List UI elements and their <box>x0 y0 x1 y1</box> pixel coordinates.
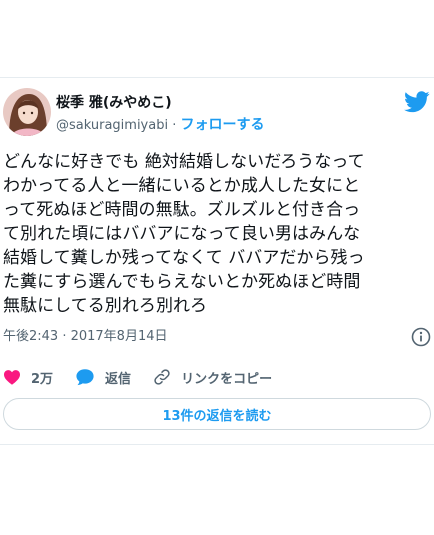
tweet-text-line: た糞にすら選んでもらえないとか死ぬほど時間 <box>3 272 361 292</box>
tweet-actions: 2万 返信 リンクをコピー <box>3 366 431 388</box>
tweet-card: 桜季 雅(みやめこ) @sakuragimiyabi · フォローする どんなに… <box>0 77 434 445</box>
tweet-text-line: 結婚して糞しか残ってなくて ババアだから残っ <box>3 248 365 268</box>
twitter-bird-icon[interactable] <box>404 91 430 113</box>
like-count: 2万 <box>31 371 54 387</box>
avatar[interactable] <box>3 88 51 136</box>
reply-bubble-icon <box>76 369 94 386</box>
author-handle-row: @sakuragimiyabi · フォローする <box>56 116 265 135</box>
like-button[interactable]: 2万 <box>3 368 53 387</box>
tweet-text-line: て別れた頃にはババアになって良い男はみんな <box>3 224 361 244</box>
read-replies-button[interactable]: 13件の返信を読む <box>3 398 431 430</box>
tweet-text-line: わかってる人と一緒にいるとか成人した女にと <box>3 176 361 196</box>
author-display-name[interactable]: 桜季 雅(みやめこ) <box>56 94 172 112</box>
link-icon <box>154 369 170 385</box>
reply-button[interactable]: 返信 <box>75 368 131 387</box>
heart-icon <box>4 370 20 385</box>
copy-link-label: リンクをコピー <box>181 371 273 387</box>
tweet-text-line: 無駄にしてる別れろ別れろ <box>3 296 208 316</box>
tweet-text-line: どんなに好きでも 絶対結婚しないだろうなって <box>3 152 365 172</box>
tweet-text-line: って死ぬほど時間の無駄。ズルズルと付き合っ <box>3 200 361 220</box>
reply-label: 返信 <box>105 371 132 387</box>
handle-separator: · <box>172 118 177 133</box>
avatar-photo-icon <box>3 88 51 136</box>
info-icon[interactable] <box>411 327 431 347</box>
tweet-timestamp[interactable]: 午後2:43 · 2017年8月14日 <box>3 328 168 346</box>
tweet-text: どんなに好きでも 絶対結婚しないだろうなって わかってる人と一緒にいるとか成人し… <box>3 150 431 318</box>
author-handle[interactable]: @sakuragimiyabi <box>56 118 168 133</box>
follow-button[interactable]: フォローする <box>181 117 265 133</box>
copy-link-button[interactable]: リンクをコピー <box>153 368 272 387</box>
